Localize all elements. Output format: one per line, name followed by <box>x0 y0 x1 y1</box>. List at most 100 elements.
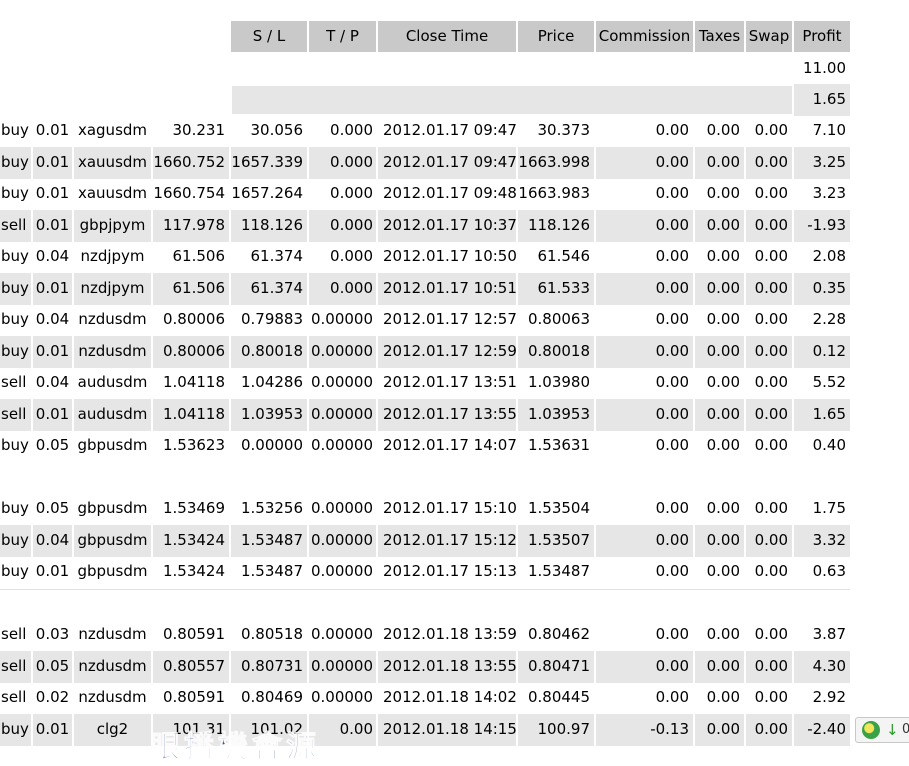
trade-swap: 0.00 <box>754 499 788 517</box>
trade-commission: 0.00 <box>596 273 693 305</box>
trade-open-price: 30.231 <box>172 121 226 139</box>
trade-swap: 0.00 <box>746 336 792 368</box>
trade-price: 30.373 <box>537 121 591 139</box>
trade-close-time: 2012.01.18 14:15 <box>378 714 516 746</box>
trade-swap: 0.00 <box>746 651 792 683</box>
trade-profit: 1.65 <box>794 399 850 431</box>
trade-close-time: 2012.01.17 15:10 <box>383 499 516 517</box>
trade-open-price: 0.80591 <box>162 688 225 706</box>
download-count: 0 <box>902 722 909 737</box>
trade-symbol: audusdm <box>74 399 151 431</box>
trade-profit: 0.35 <box>794 273 850 305</box>
trade-price: 1663.983 <box>518 184 590 202</box>
trade-type: sell <box>1 373 27 391</box>
trade-commission: 0.00 <box>655 121 689 139</box>
trade-profit: 3.87 <box>812 625 846 643</box>
trade-symbol: nzdjpym <box>80 247 145 265</box>
trade-taxes: 0.00 <box>706 499 740 517</box>
header-swap: Swap <box>746 21 792 52</box>
trade-open-price: 61.506 <box>153 273 229 305</box>
trade-size: 0.05 <box>33 651 72 683</box>
trade-open-price: 61.506 <box>172 247 226 265</box>
trade-type: buy <box>0 714 31 746</box>
trade-taxes: 0.00 <box>695 714 744 746</box>
trade-sl: 1.53256 <box>240 499 303 517</box>
trade-type: buy <box>1 247 29 265</box>
download-tray[interactable]: ↓ 0 <box>855 717 909 743</box>
trade-tp: 0.00000 <box>310 562 373 580</box>
trade-close-time: 2012.01.17 13:55 <box>378 399 516 431</box>
trade-commission: 0.00 <box>596 147 693 179</box>
trade-size: 0.01 <box>33 714 72 746</box>
trade-profit: 0.12 <box>794 336 850 368</box>
trade-close-time: 2012.01.17 13:51 <box>383 373 516 391</box>
trade-profit: 7.10 <box>812 121 846 139</box>
trade-close-time: 2012.01.17 10:50 <box>383 247 516 265</box>
trade-tp: 0.00000 <box>309 525 376 557</box>
trade-size: 0.04 <box>33 525 72 557</box>
trade-close-time: 2012.01.17 15:12 <box>378 525 516 557</box>
trade-tp: 0.000 <box>309 273 376 305</box>
trade-price: 118.126 <box>518 210 594 242</box>
trade-tp: 0.00000 <box>310 688 373 706</box>
summary-profit: 11.00 <box>803 59 846 77</box>
trade-tp: 0.00000 <box>309 399 376 431</box>
trade-price: 61.533 <box>518 273 594 305</box>
trade-swap: 0.00 <box>754 562 788 580</box>
trade-taxes: 0.00 <box>695 399 744 431</box>
trade-open-price: 1660.752 <box>153 147 229 179</box>
trade-size: 0.01 <box>33 273 72 305</box>
trade-price: 0.80445 <box>527 688 590 706</box>
trade-profit: 2.28 <box>812 310 846 328</box>
trade-price: 0.80471 <box>518 651 594 683</box>
trade-price: 0.80018 <box>518 336 594 368</box>
trade-commission: 0.00 <box>655 436 689 454</box>
trade-open-price: 0.80557 <box>153 651 229 683</box>
trade-type: buy <box>1 436 29 454</box>
trade-close-time: 2012.01.17 14:07 <box>383 436 516 454</box>
trade-type: sell <box>1 625 27 643</box>
trade-profit: -2.40 <box>794 714 850 746</box>
trade-commission: 0.00 <box>655 688 689 706</box>
trade-tp: 0.00000 <box>310 436 373 454</box>
trade-close-time: 2012.01.17 15:13 <box>383 562 516 580</box>
trade-close-time: 2012.01.18 14:02 <box>383 688 516 706</box>
trade-tp: 0.000 <box>330 184 373 202</box>
trade-type: buy <box>0 336 31 368</box>
trade-open-price: 1.53469 <box>162 499 225 517</box>
trade-commission: 0.00 <box>596 336 693 368</box>
trade-symbol: nzdusdm <box>74 336 151 368</box>
trade-close-time: 2012.01.18 13:59 <box>383 625 516 643</box>
trade-taxes: 0.00 <box>706 373 740 391</box>
trade-close-time: 2012.01.17 10:51 <box>378 273 516 305</box>
trade-size: 0.01 <box>35 184 70 202</box>
trade-price: 1.03980 <box>527 373 590 391</box>
trade-taxes: 0.00 <box>706 184 740 202</box>
trade-taxes: 0.00 <box>706 625 740 643</box>
trade-type: buy <box>1 562 29 580</box>
trade-price: 1.53487 <box>527 562 590 580</box>
trade-commission: 0.00 <box>655 310 689 328</box>
trade-size: 0.02 <box>35 688 70 706</box>
header-taxes: Taxes <box>695 21 744 52</box>
trade-close-time: 2012.01.17 10:37 <box>378 210 516 242</box>
trade-sl: 0.80731 <box>231 651 307 683</box>
trade-sl: 0.80518 <box>240 625 303 643</box>
trade-type: sell <box>0 210 31 242</box>
header-profit: Profit <box>794 21 850 52</box>
trade-commission: 0.00 <box>655 625 689 643</box>
header-close-time: Close Time <box>378 21 516 52</box>
trade-profit: 5.52 <box>812 373 846 391</box>
trade-type: buy <box>0 525 31 557</box>
trade-close-time: 2012.01.17 09:47 <box>383 121 516 139</box>
trade-open-price: 0.80006 <box>153 336 229 368</box>
trade-symbol: nzdusdm <box>78 310 147 328</box>
trade-size: 0.01 <box>33 210 72 242</box>
trade-profit: 2.08 <box>812 247 846 265</box>
trade-price: 1663.998 <box>518 147 594 179</box>
trade-commission: 0.00 <box>596 525 693 557</box>
trade-type: sell <box>1 688 27 706</box>
trade-sl: 1.53487 <box>240 562 303 580</box>
trade-taxes: 0.00 <box>706 247 740 265</box>
watermark-text: 眼播機會源 <box>150 730 320 766</box>
